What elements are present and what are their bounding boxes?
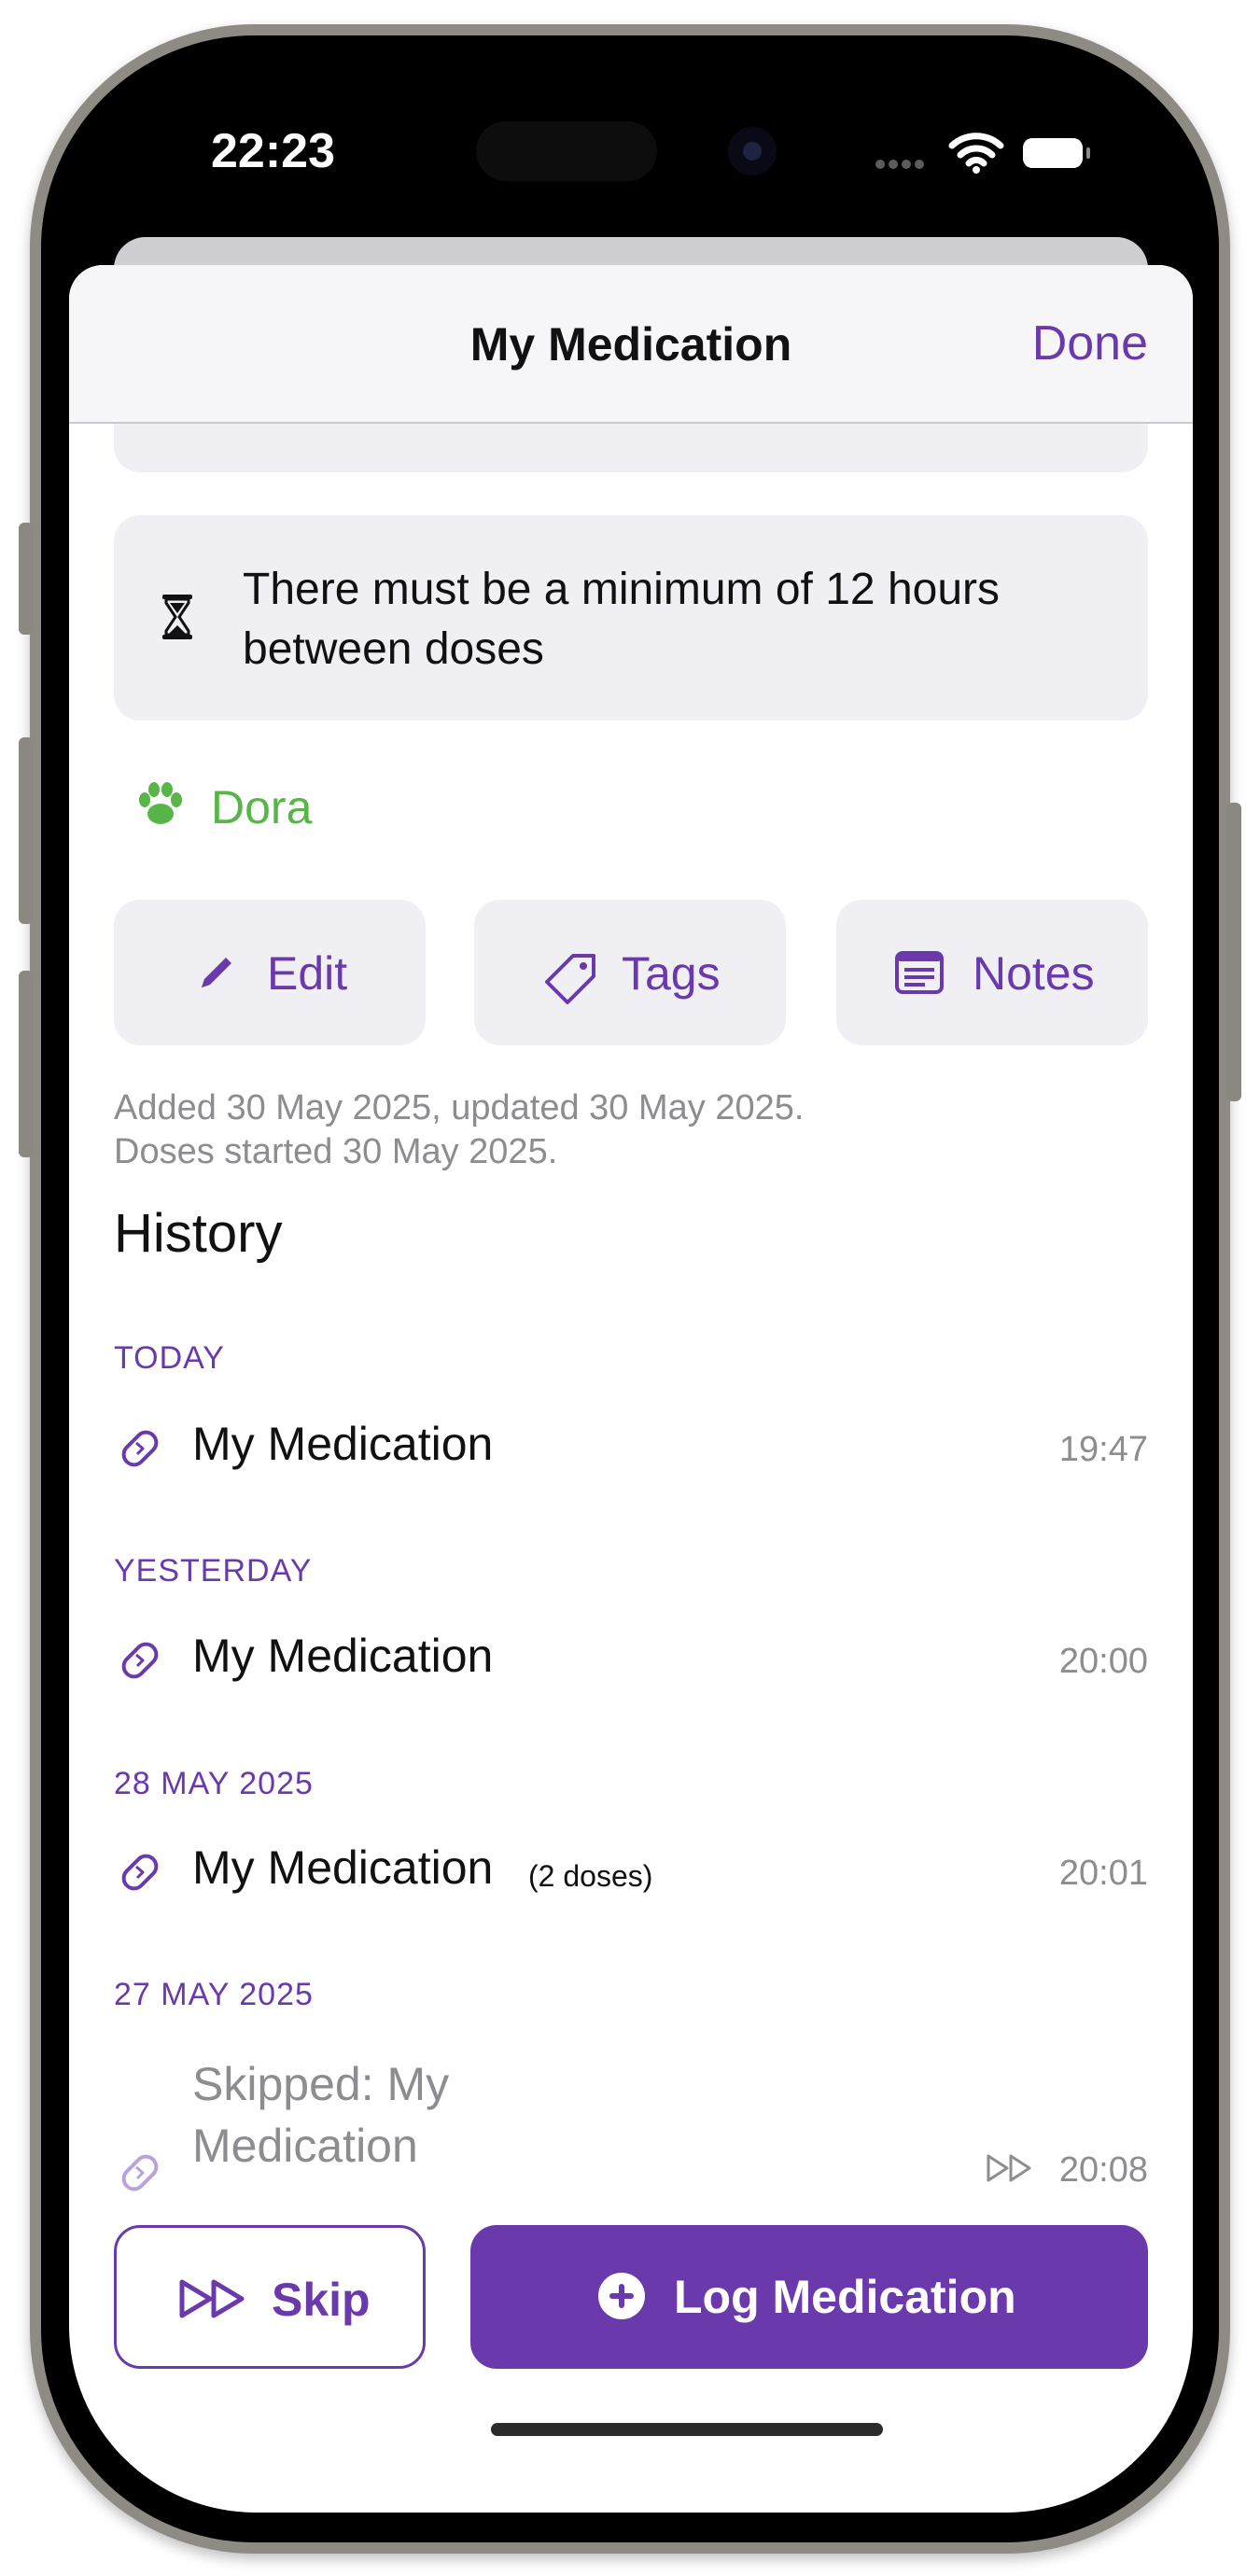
status-time: 22:23 xyxy=(211,124,335,178)
edit-label: Edit xyxy=(267,947,348,1000)
section-header-28-may: 28 MAY 2025 xyxy=(114,1766,314,1801)
history-entry-time: 19:47 xyxy=(1058,1430,1148,1469)
hourglass-icon xyxy=(162,595,192,639)
pill-icon xyxy=(121,2154,159,2191)
history-row[interactable]: My Medication (2 doses) 20:01 xyxy=(69,1822,1193,1925)
notes-label: Notes xyxy=(973,947,1095,1000)
medication-sheet: My Medication Done There must be a minim… xyxy=(69,265,1193,2513)
history-entry-time: 20:01 xyxy=(1058,1854,1148,1893)
notes-icon xyxy=(895,951,944,994)
power-button xyxy=(1226,803,1241,1101)
home-indicator[interactable] xyxy=(491,2423,883,2436)
skip-label: Skip xyxy=(272,2274,371,2326)
dose-interval-card: There must be a minimum of 12 hours betw… xyxy=(114,515,1148,721)
tags-button[interactable]: Tags xyxy=(474,900,786,1045)
history-entry-time: 20:00 xyxy=(1058,1642,1148,1681)
section-header-today: TODAY xyxy=(114,1340,225,1376)
skipped-name-line1: Skipped: My xyxy=(192,2058,450,2110)
wifi-icon xyxy=(948,133,1004,174)
skipped-name-line2: Medication xyxy=(192,2120,418,2172)
dynamic-island xyxy=(476,121,657,181)
notes-button[interactable]: Notes xyxy=(836,900,1148,1045)
nav-bar: My Medication Done xyxy=(69,265,1193,424)
skip-forward-icon xyxy=(179,2279,245,2318)
log-medication-button[interactable]: Log Medication xyxy=(470,2225,1148,2369)
dose-count-badge: (2 doses) xyxy=(528,1859,653,1893)
section-header-27-may: 27 MAY 2025 xyxy=(114,1977,314,2012)
history-entry-time: 20:08 xyxy=(1058,2150,1148,2190)
dose-meta-text: Added 30 May 2025, updated 30 May 2025. … xyxy=(114,1086,804,1174)
pill-icon xyxy=(121,1854,159,1891)
camera-icon xyxy=(728,127,777,175)
history-entry-name: Skipped: My Medication xyxy=(192,2053,449,2177)
tag-icon xyxy=(545,954,595,1004)
tags-label: Tags xyxy=(622,947,721,1000)
done-button[interactable]: Done xyxy=(1032,315,1148,371)
skip-button[interactable]: Skip xyxy=(114,2225,426,2369)
plus-circle-icon xyxy=(598,2273,645,2319)
meta-started-line: Doses started 30 May 2025. xyxy=(114,1132,558,1171)
volume-down-button xyxy=(19,971,34,1157)
skip-forward-icon xyxy=(987,2154,1031,2182)
edit-button[interactable]: Edit xyxy=(114,900,426,1045)
volume-up-button xyxy=(19,737,34,924)
history-entry-name: My Medication xyxy=(192,1630,494,1682)
history-entry-name: My Medication xyxy=(192,1418,494,1470)
section-header-yesterday: YESTERDAY xyxy=(114,1553,313,1589)
history-title: History xyxy=(114,1203,283,1264)
battery-icon xyxy=(1023,138,1090,168)
meta-added-line: Added 30 May 2025, updated 30 May 2025. xyxy=(114,1088,805,1127)
history-row-skipped[interactable]: Skipped: My Medication 20:08 xyxy=(69,2053,1193,2191)
dose-interval-text: There must be a minimum of 12 hours betw… xyxy=(243,565,1001,674)
paw-icon xyxy=(139,782,182,824)
history-row[interactable]: My Medication 20:00 xyxy=(69,1610,1193,1713)
page-title: My Medication xyxy=(469,318,792,371)
pet-name: Dora xyxy=(211,781,313,833)
pill-icon xyxy=(121,1430,159,1467)
signal-icon xyxy=(875,157,928,174)
history-row[interactable]: My Medication 19:47 xyxy=(69,1398,1193,1501)
action-side-button xyxy=(19,523,34,635)
pencil-icon xyxy=(202,958,231,987)
log-medication-label: Log Medication xyxy=(674,2271,1016,2323)
pill-icon xyxy=(121,1642,159,1679)
history-entry-name: My Medication xyxy=(192,1841,494,1894)
